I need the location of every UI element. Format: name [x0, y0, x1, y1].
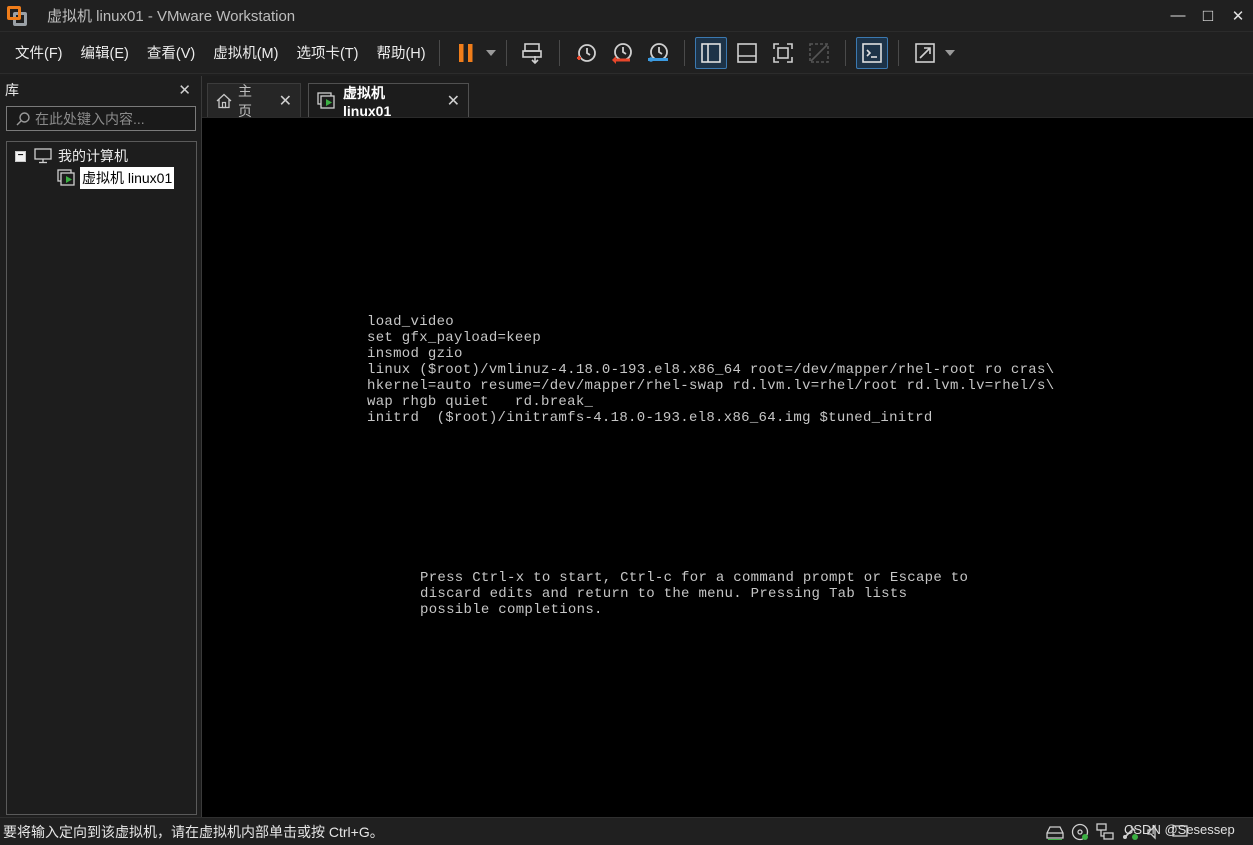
- library-close-button[interactable]: ✕: [178, 81, 191, 99]
- revert-snapshot-button[interactable]: [606, 37, 638, 69]
- send-ctrl-alt-del-button[interactable]: [517, 37, 549, 69]
- hdd-icon[interactable]: [1043, 821, 1067, 843]
- unity-icon: [808, 42, 829, 63]
- vm-running-icon: [317, 91, 337, 110]
- fullscreen-button[interactable]: [767, 37, 799, 69]
- grub-help-line: discard edits and return to the menu. Pr…: [420, 586, 908, 602]
- send-keys-icon: [521, 42, 542, 64]
- snapshot-icon: [576, 43, 596, 62]
- stretch-dropdown[interactable]: [943, 37, 957, 69]
- close-button[interactable]: ✕: [1223, 0, 1253, 32]
- tab-strip: 主页 ✕ 虚拟机 linux01 ✕: [202, 76, 1253, 119]
- grub-line: linux ($root)/vmlinuz-4.18.0-193.el8.x86…: [367, 362, 1055, 378]
- grub-line: load_video: [367, 314, 455, 330]
- grub-line: wap rhgb quiet rd.break_: [367, 394, 594, 410]
- tree-item-vm-linux01[interactable]: 虚拟机 linux01: [57, 167, 175, 189]
- stretch-button[interactable]: [909, 37, 941, 69]
- fullscreen-icon: [772, 42, 793, 63]
- tab-vm-linux01[interactable]: 虚拟机 linux01 ✕: [308, 83, 469, 119]
- window-title: 虚拟机 linux01 - VMware Workstation: [47, 8, 296, 25]
- title-bar: 虚拟机 linux01 - VMware Workstation — □ ✕: [0, 0, 1253, 32]
- status-bar: 要将输入定向到该虚拟机，请在虚拟机内部单击或按 Ctrl+G。 CSDN @Se…: [0, 817, 1253, 845]
- take-snapshot-button[interactable]: [570, 37, 602, 69]
- tab-close-button[interactable]: ✕: [447, 91, 460, 111]
- tree-collapse-toggle[interactable]: −: [15, 150, 26, 162]
- snapshot-manager-button[interactable]: [642, 37, 674, 69]
- vm-console-screen[interactable]: load_video set gfx_payload=keep insmod g…: [202, 118, 1253, 817]
- grub-line: insmod gzio: [367, 346, 463, 362]
- thumbnail-view-icon: [736, 42, 757, 63]
- search-icon: [15, 108, 31, 130]
- stretch-icon: [914, 42, 935, 63]
- chevron-down-icon: [485, 49, 496, 56]
- library-search-input[interactable]: [31, 110, 216, 127]
- menu-view[interactable]: 查看(V): [138, 32, 204, 74]
- tab-home[interactable]: 主页 ✕: [207, 83, 301, 119]
- grub-help-line: Press Ctrl-x to start, Ctrl-c for a comm…: [420, 570, 969, 586]
- library-view-icon: [700, 42, 721, 63]
- tree-item-label: 虚拟机 linux01: [80, 167, 175, 189]
- menu-vm[interactable]: 虚拟机(M): [204, 32, 287, 74]
- console-view-icon: [861, 42, 882, 63]
- menu-edit[interactable]: 编辑(E): [72, 32, 138, 74]
- chevron-down-icon: [944, 49, 955, 56]
- power-dropdown[interactable]: [484, 37, 498, 69]
- pause-icon: [458, 43, 473, 62]
- vm-running-icon: [57, 169, 77, 187]
- tab-close-button[interactable]: ✕: [279, 91, 292, 111]
- tab-label: 主页: [238, 82, 252, 119]
- pause-button[interactable]: [450, 37, 482, 69]
- console-view-button[interactable]: [855, 36, 888, 69]
- vm-content-area: 主页 ✕ 虚拟机 linux01 ✕ load_video set gfx_pa…: [201, 76, 1253, 817]
- menu-help[interactable]: 帮助(H): [367, 32, 434, 74]
- minimize-button[interactable]: —: [1163, 0, 1193, 32]
- snapshot-manager-icon: [647, 42, 668, 62]
- grub-help-line: possible completions.: [420, 602, 603, 618]
- watermark-text: CSDN @Sesessep: [1124, 822, 1235, 837]
- library-view-button[interactable]: [694, 36, 727, 69]
- network-icon[interactable]: [1093, 821, 1117, 843]
- status-message: 要将输入定向到该虚拟机，请在虚拟机内部单击或按 Ctrl+G。: [3, 823, 384, 840]
- grub-line: hkernel=auto resume=/dev/mapper/rhel-swa…: [367, 378, 1055, 394]
- unity-button: [803, 37, 835, 69]
- library-panel: 库 ✕ − 我的计算机 虚拟机 linux01: [0, 76, 227, 817]
- tree-item-my-computer[interactable]: − 我的计算机: [15, 145, 128, 167]
- library-title: 库: [5, 82, 19, 98]
- tab-label: 虚拟机 linux01: [343, 84, 392, 119]
- revert-snapshot-icon: [611, 42, 632, 64]
- computer-icon: [34, 148, 52, 164]
- menu-file[interactable]: 文件(F): [0, 32, 72, 74]
- library-search: [6, 106, 227, 131]
- maximize-button[interactable]: □: [1193, 0, 1223, 32]
- cdrom-icon[interactable]: [1068, 821, 1092, 843]
- home-icon: [216, 93, 232, 109]
- library-tree: − 我的计算机 虚拟机 linux01: [6, 141, 197, 815]
- vmware-logo-icon: [6, 5, 28, 27]
- tree-item-label: 我的计算机: [58, 148, 128, 164]
- thumbnail-view-button[interactable]: [731, 37, 763, 69]
- grub-line: initrd ($root)/initramfs-4.18.0-193.el8.…: [367, 410, 933, 426]
- grub-line: set gfx_payload=keep: [367, 330, 542, 346]
- menu-toolbar: 文件(F) 编辑(E) 查看(V) 虚拟机(M) 选项卡(T) 帮助(H): [0, 32, 1253, 74]
- menu-tabs[interactable]: 选项卡(T): [287, 32, 367, 74]
